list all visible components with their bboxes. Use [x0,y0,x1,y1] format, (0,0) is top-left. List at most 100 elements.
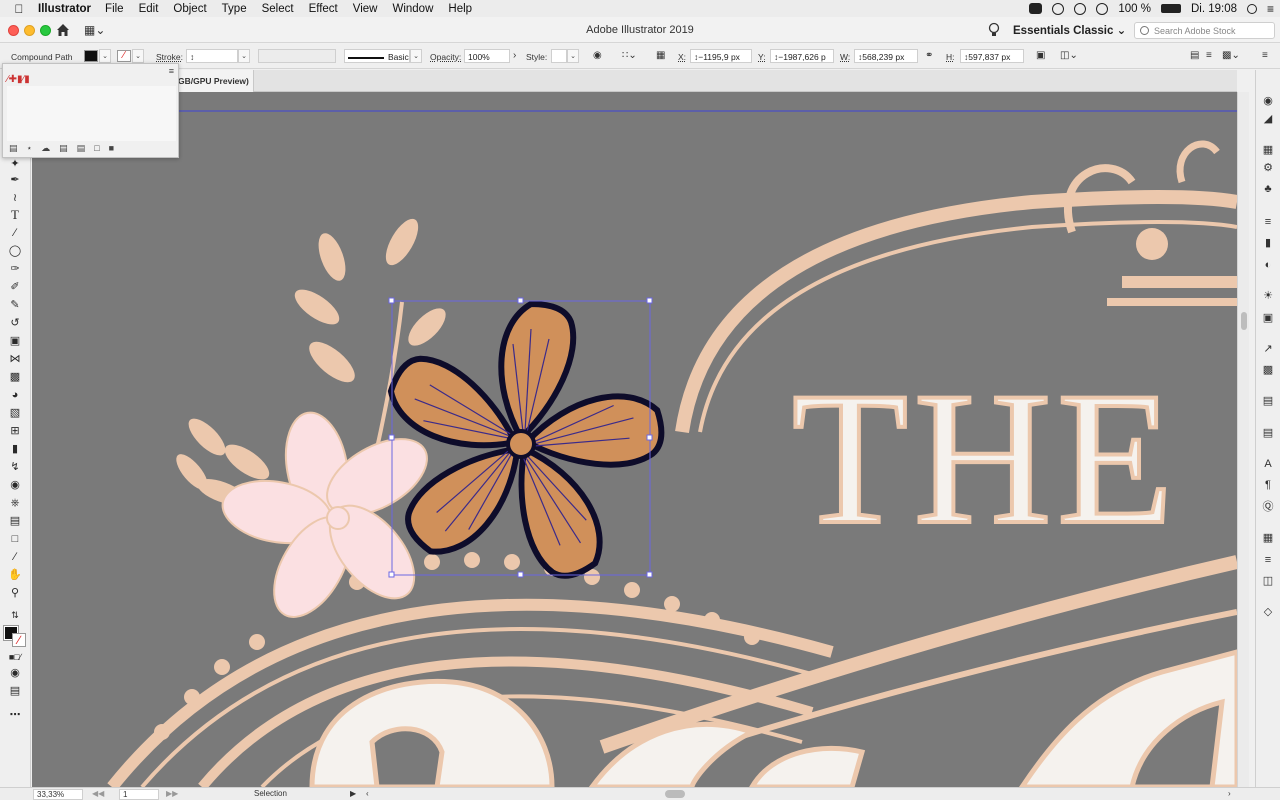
document-info-icon[interactable]: ▤ [1261,427,1275,440]
artboard-canvas[interactable]: THE [32,92,1237,787]
horizontal-scroll-thumb[interactable] [665,790,685,798]
arrange-documents-icon[interactable]: ▦⌄ [84,23,105,37]
column-graph-tool-icon[interactable]: ▤ [7,514,23,528]
workspace-switcher[interactable]: Essentials Classic ⌄ [1013,23,1126,37]
artwork[interactable]: THE [32,92,1237,787]
opacity-more-icon[interactable]: › [513,50,516,61]
home-icon[interactable] [55,22,71,38]
drawing-mode-icon[interactable]: ◉ [7,666,23,680]
symbols-panel-icon[interactable]: ♣ [1261,183,1275,196]
last-page-icon[interactable]: ▶▶ [166,789,178,798]
library-icon[interactable]: ▤ [9,143,18,154]
ellipse-tool-icon[interactable]: ◯ [7,244,23,258]
stroke-dropdown[interactable]: ⌄ [132,49,144,63]
h-label[interactable]: H: [946,52,955,62]
brush-dropdown[interactable]: ⌄ [410,49,422,63]
eraser-tool-icon[interactable]: ✎ [7,298,23,312]
align-panel-dock-icon[interactable]: ≡ [1261,554,1275,567]
cloud-icon[interactable]: ☁ [41,143,50,154]
graphic-style-swatch[interactable] [551,49,567,63]
arrange-icon[interactable]: ≡ [1206,50,1212,61]
swap-fill-stroke-icon[interactable]: ⇅ [7,608,23,622]
spotlight-icon[interactable] [1246,3,1257,14]
layers-panel-icon[interactable]: ◇ [1261,606,1275,619]
gradient-panel-icon[interactable]: ▮ [1261,237,1275,250]
x-label[interactable]: X: [678,52,686,62]
slice-tool-icon[interactable]: ∕ [7,550,23,564]
clock[interactable]: Di. 19:08 [1191,3,1237,15]
pathfinder-panel-icon[interactable]: ◫ [1261,575,1275,588]
new-group-icon[interactable]: ▤ [59,143,68,154]
eyedropper-tool-icon[interactable]: ↯ [7,460,23,474]
paintbrush-tool-icon[interactable]: ✑ [7,262,23,276]
folder-icon[interactable]: ▤ [77,143,86,154]
menu-window[interactable]: Window [392,3,433,15]
scroll-right-icon[interactable]: › [1228,789,1231,798]
first-page-icon[interactable]: ◀◀ [92,789,104,798]
align-panel-icon[interactable]: ▩⌄ [1222,50,1240,61]
width-tool-icon[interactable]: ⋈ [7,352,23,366]
blend-tool-icon[interactable]: ◉ [7,478,23,492]
transform-icon[interactable]: ▣ [1036,50,1045,61]
apple-menu-icon[interactable]:  [0,2,38,16]
zoom-tool-icon[interactable]: ⚲ [7,586,23,600]
magic-wand-tool-icon[interactable]: ✦ [7,157,23,171]
menu-type[interactable]: Type [222,3,247,15]
isolate-group-icon[interactable]: ▤ [1190,50,1199,61]
menu-object[interactable]: Object [173,3,206,15]
transform-reference-icon[interactable]: ▦ [656,50,665,61]
perspective-grid-tool-icon[interactable]: ▧ [7,406,23,420]
constrain-proportions-icon[interactable]: ⚭ [925,50,933,61]
fill-swatch[interactable] [84,50,98,62]
transparency-panel-icon[interactable]: ◐ [1261,259,1275,272]
shape-modes-icon[interactable]: ◫⌄ [1060,50,1078,61]
y-position-input[interactable]: ↕−1987,626 p [770,49,834,63]
control-center-icon[interactable]: ≡ [1267,2,1274,16]
panel-menu-icon[interactable]: ≡ [169,66,174,76]
recolor-artwork-icon[interactable]: ◉ [593,50,602,61]
stroke-swatch[interactable]: ∕ [117,50,131,62]
swatches-panel-icon[interactable]: ▦ [1261,144,1275,157]
align-to-icon[interactable]: ∷⌄ [622,50,637,61]
variable-width-profile[interactable] [258,49,336,63]
opentype-panel-icon[interactable]: Ⓠ [1261,501,1275,514]
vertical-scroll-thumb[interactable] [1241,312,1247,330]
sync-icon[interactable] [1074,2,1087,15]
zoom-level-field[interactable]: 33,33% [33,789,83,800]
appearance-panel-icon[interactable]: ☀ [1261,290,1275,303]
stroke-label[interactable]: Stroke: [156,52,183,62]
stroke-panel-icon[interactable]: ≡ [1261,216,1275,229]
opacity-label[interactable]: Opacity: [430,52,461,62]
stroke-color-swatch[interactable]: ∕ [12,633,26,647]
character-panel-icon[interactable]: A [1261,458,1275,471]
new-item-icon[interactable]: □ [94,143,99,154]
status-menu-icon[interactable]: ▶ [350,789,356,798]
shaper-tool-icon[interactable]: ✐ [7,280,23,294]
transform-panel-icon[interactable]: ▦ [1261,532,1275,545]
zoom-window-button[interactable] [40,25,51,36]
export-panel-icon[interactable]: ↗ [1261,343,1275,356]
color-guide-icon[interactable]: ◢ [1261,113,1275,126]
document-tab[interactable]: GB/GPU Preview) [166,70,254,92]
control-panel-menu-icon[interactable]: ≡ [1262,50,1268,61]
links-panel-icon[interactable]: ▩ [1261,364,1275,377]
brush-definition[interactable]: Basic [344,49,410,63]
width-input[interactable]: ↕568,239 px [854,49,918,63]
free-transform-tool-icon[interactable]: ▩ [7,370,23,384]
fill-dropdown[interactable]: ⌄ [99,49,111,63]
y-label[interactable]: Y: [758,52,766,62]
mesh-tool-icon[interactable]: ⊞ [7,424,23,438]
color-panel-icon[interactable]: ◉ [1261,95,1275,108]
graphic-style-dropdown[interactable]: ⌄ [567,49,579,63]
scroll-left-icon[interactable]: ‹ [366,789,369,798]
brush-options-icon[interactable]: ⋆ [27,143,33,154]
brushes-panel-icon[interactable]: ⚙ [1261,162,1275,175]
curvature-tool-icon[interactable]: ≀ [7,191,23,205]
opacity-input[interactable]: 100% [464,49,510,63]
artboard-tool-icon[interactable]: □ [7,532,23,546]
more-tools-icon[interactable]: ⋯ [7,708,23,722]
height-input[interactable]: ↕597,837 px [960,49,1024,63]
menu-edit[interactable]: Edit [139,3,159,15]
stroke-weight-input[interactable]: ↕ [186,49,238,63]
menu-help[interactable]: Help [448,3,472,15]
